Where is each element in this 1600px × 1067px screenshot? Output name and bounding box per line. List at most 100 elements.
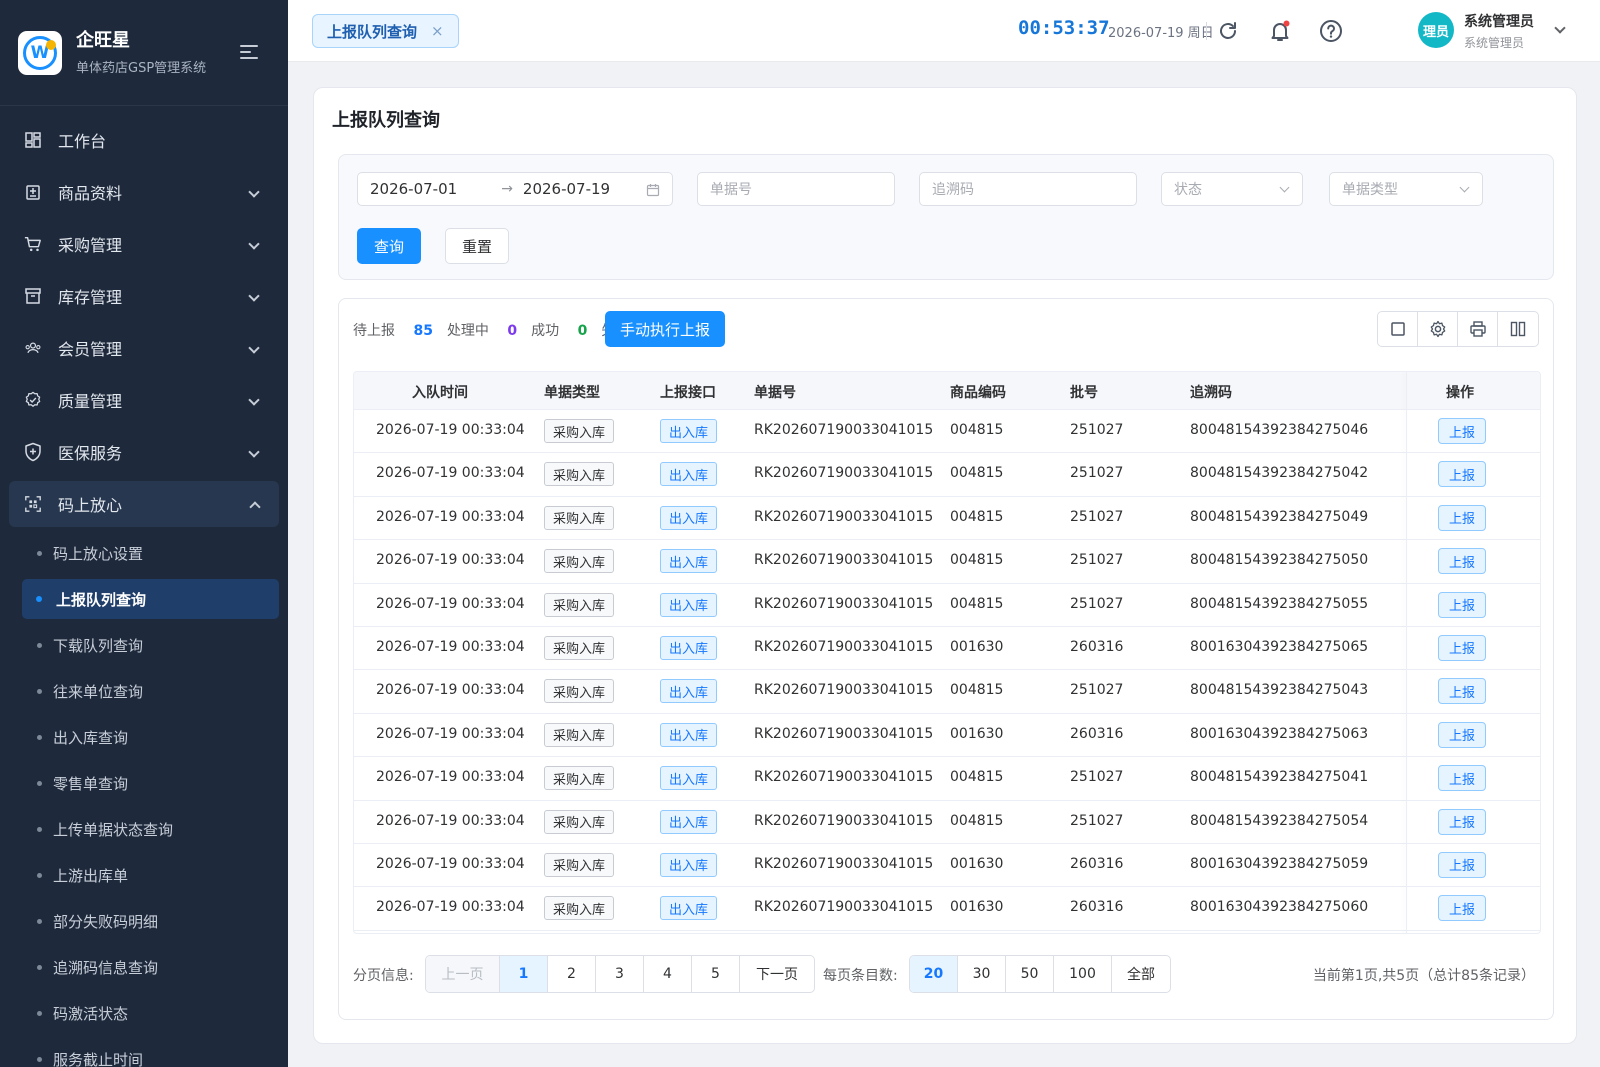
cell-enqueue-time: 2026-07-19 00:33:04 [376, 508, 525, 525]
page-button-3[interactable]: 3 [596, 956, 644, 992]
report-button[interactable]: 上报 [1438, 591, 1487, 618]
sidebar-subitem-4[interactable]: 出入库查询 [0, 714, 288, 760]
page-button-1[interactable]: 1 [500, 956, 548, 992]
sidebar-subitem-8[interactable]: 部分失败码明细 [0, 898, 288, 944]
sidebar-item-label: 商品资料 [58, 184, 123, 203]
api-tag: 出入库 [660, 766, 718, 791]
gear-icon[interactable] [1418, 312, 1458, 346]
column-header-2: 上报接口 [660, 385, 716, 401]
sidebar-subitem-9[interactable]: 追溯码信息查询 [0, 944, 288, 990]
filter-panel: 2026-07-01 → 2026-07-19 单据号 追溯码 状态 单据类型 … [338, 154, 1554, 280]
page-size-3[interactable]: 100 [1054, 956, 1112, 992]
current-date: 2026-07-19 周日 [1108, 26, 1214, 41]
table-row: 2026-07-19 00:33:04 采购入库 出入库 RK202607190033… [354, 453, 1540, 497]
cell-product-code: 001630 [950, 638, 1004, 655]
quality-icon [24, 391, 42, 409]
cell-batch-no: 251027 [1070, 422, 1124, 438]
report-button[interactable]: 上报 [1438, 851, 1487, 878]
table-row: 2026-07-19 00:33:04 采购入库 出入库 RK202607190033… [354, 757, 1540, 801]
pagination: 分页信息: 上一页 1 2 3 4 5 下一页 每页条目数: 20 30 50 100 全部 当前第… [353, 955, 1541, 993]
collapse-menu-icon[interactable] [240, 44, 260, 60]
sidebar-subitem-7[interactable]: 上游出库单 [0, 852, 288, 898]
page-button-4[interactable]: 4 [644, 956, 692, 992]
report-button[interactable]: 上报 [1438, 765, 1487, 792]
search-button[interactable]: 查询 [357, 228, 421, 264]
columns-icon[interactable] [1498, 312, 1538, 346]
prev-page-button[interactable]: 上一页 [426, 956, 500, 992]
sidebar-subitem-2[interactable]: 下载队列查询 [0, 622, 288, 668]
fullscreen-icon[interactable] [1378, 312, 1418, 346]
status-select[interactable]: 状态 [1161, 172, 1303, 206]
sidebar-item-label: 会员管理 [58, 340, 123, 359]
next-page-button[interactable]: 下一页 [740, 956, 814, 992]
page-button-2[interactable]: 2 [548, 956, 596, 992]
trace-code-input[interactable]: 追溯码 [919, 172, 1137, 206]
sidebar-subitem-10[interactable]: 码激活状态 [0, 990, 288, 1036]
sidebar-item-0[interactable]: 工作台 [0, 114, 288, 166]
help-icon[interactable] [1319, 19, 1343, 43]
report-button[interactable]: 上报 [1438, 634, 1487, 661]
inventory-icon [24, 287, 42, 305]
report-button[interactable]: 上报 [1438, 808, 1487, 835]
cell-doc-no: RK202607190033041015 [754, 638, 934, 655]
sidebar-subitem-1[interactable]: 上报队列查询 [22, 579, 279, 619]
doc-no-input[interactable]: 单据号 [697, 172, 895, 206]
cell-doc-no: RK202607190033041015 [754, 769, 934, 786]
cell-enqueue-time: 2026-07-19 00:33:04 [376, 552, 525, 569]
sidebar-item-4[interactable]: 会员管理 [0, 322, 288, 374]
cell-product-code: 004815 [950, 595, 1004, 612]
sidebar-item-1[interactable]: 商品资料 [0, 166, 288, 218]
column-header-4: 商品编码 [950, 385, 1006, 401]
page-size-4[interactable]: 全部 [1112, 956, 1170, 992]
report-button[interactable]: 上报 [1438, 895, 1487, 922]
sidebar-item-5[interactable]: 质量管理 [0, 374, 288, 426]
avatar[interactable]: 理员 [1418, 12, 1454, 48]
page-title: 上报队列查询 [332, 110, 440, 131]
sidebar-item-3[interactable]: 库存管理 [0, 270, 288, 322]
date-start[interactable]: 2026-07-01 [370, 180, 457, 198]
report-button[interactable]: 上报 [1438, 548, 1487, 575]
cell-enqueue-time: 2026-07-19 00:33:04 [376, 769, 525, 786]
sidebar-item-7[interactable]: 码上放心 [9, 481, 279, 527]
date-end[interactable]: 2026-07-19 [523, 180, 610, 198]
sidebar: W 企旺星 单体药店GSP管理系统 工作台 商品资料 采购管理 库存管理 会员管理 质量管… [0, 0, 288, 1067]
print-icon[interactable] [1458, 312, 1498, 346]
page-size-1[interactable]: 30 [958, 956, 1006, 992]
calendar-icon [646, 184, 660, 197]
reset-button[interactable]: 重置 [445, 228, 509, 264]
sidebar-subitem-0[interactable]: 码上放心设置 [0, 530, 288, 576]
table-row: 2026-07-19 00:33:04 采购入库 出入库 RK202607190033… [354, 670, 1540, 714]
shield-icon [24, 442, 42, 462]
doc-type-tag: 采购入库 [544, 809, 615, 834]
page-size-2[interactable]: 50 [1006, 956, 1054, 992]
pagination-label: 分页信息: [353, 968, 414, 984]
report-button[interactable]: 上报 [1438, 678, 1487, 705]
report-button[interactable]: 上报 [1438, 504, 1487, 531]
doc-type-tag: 采购入库 [544, 679, 615, 704]
doc-type-select[interactable]: 单据类型 [1329, 172, 1483, 206]
page-size-0[interactable]: 20 [910, 956, 958, 992]
sidebar-subitem-3[interactable]: 往来单位查询 [0, 668, 288, 714]
refresh-icon[interactable] [1216, 19, 1240, 43]
sidebar-subitem-5[interactable]: 零售单查询 [0, 760, 288, 806]
report-button[interactable]: 上报 [1438, 721, 1487, 748]
date-range-picker[interactable]: 2026-07-01 → 2026-07-19 [357, 172, 673, 206]
cell-product-code: 004815 [950, 465, 1004, 482]
chevron-down-icon[interactable] [1554, 22, 1566, 34]
report-button[interactable]: 上报 [1438, 418, 1487, 444]
manual-report-button[interactable]: 手动执行上报 [605, 311, 725, 347]
sidebar-item-2[interactable]: 采购管理 [0, 218, 288, 270]
page-button-5[interactable]: 5 [692, 956, 740, 992]
sidebar-subitem-11[interactable]: 服务截止时间 [0, 1036, 288, 1067]
tab-close-icon[interactable]: × [431, 22, 444, 40]
tab-report-queue[interactable]: 上报队列查询 × [312, 14, 459, 48]
brand-subtitle: 单体药店GSP管理系统 [76, 61, 207, 76]
page-buttons: 上一页 1 2 3 4 5 下一页 [425, 955, 815, 993]
user-name[interactable]: 系统管理员 [1464, 11, 1534, 31]
report-button[interactable]: 上报 [1438, 461, 1487, 488]
doc-type-tag: 采购入库 [544, 852, 615, 877]
sidebar-item-6[interactable]: 医保服务 [0, 426, 288, 478]
api-tag: 出入库 [660, 809, 718, 834]
sidebar-subitem-6[interactable]: 上传单据状态查询 [0, 806, 288, 852]
bell-icon[interactable] [1268, 19, 1292, 43]
